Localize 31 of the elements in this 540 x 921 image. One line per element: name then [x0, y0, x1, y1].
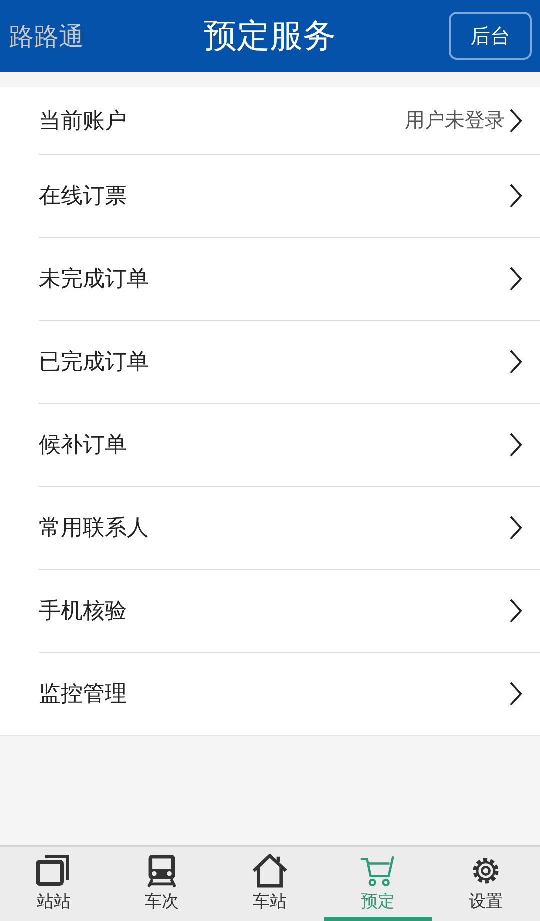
chevron-icon — [509, 183, 523, 209]
home-icon — [252, 854, 288, 888]
chevron-icon — [509, 598, 523, 624]
menu-label: 在线订票 — [39, 183, 128, 211]
menu-label: 手机核验 — [39, 598, 128, 626]
menu-item[interactable]: 手机核验 — [39, 569, 540, 652]
menu-item[interactable]: 当前账户 用户未登录 — [39, 87, 540, 154]
chevron-icon — [509, 349, 523, 375]
menu-label: 当前账户 — [39, 108, 128, 136]
menu-label: 常用联系人 — [39, 515, 150, 543]
windows-icon — [36, 854, 72, 888]
menu-item[interactable]: 候补订单 — [39, 403, 540, 486]
chevron-icon — [509, 108, 523, 134]
cart-icon — [360, 854, 396, 888]
page-title: 预定服务 — [204, 14, 336, 56]
chevron-icon — [509, 515, 523, 541]
menu-item[interactable]: 常用联系人 — [39, 486, 540, 569]
menu-item[interactable]: 在线订票 — [39, 154, 540, 237]
chevron-icon — [509, 432, 523, 458]
chevron-icon — [509, 681, 523, 707]
menu-label: 已完成订单 — [39, 349, 150, 377]
menu-item[interactable]: 已完成订单 — [39, 320, 540, 403]
menu-value: 用户未登录 — [405, 107, 505, 134]
backend-button[interactable]: 后台 — [449, 12, 532, 60]
menu-label: 监控管理 — [39, 681, 128, 709]
app-name: 路路通 — [9, 20, 84, 52]
menu-item[interactable]: 未完成订单 — [39, 237, 540, 320]
menu-label: 候补订单 — [39, 432, 128, 460]
chevron-icon — [509, 266, 523, 292]
menu-item[interactable]: 监控管理 — [39, 652, 540, 735]
menu-label: 未完成订单 — [39, 266, 150, 294]
